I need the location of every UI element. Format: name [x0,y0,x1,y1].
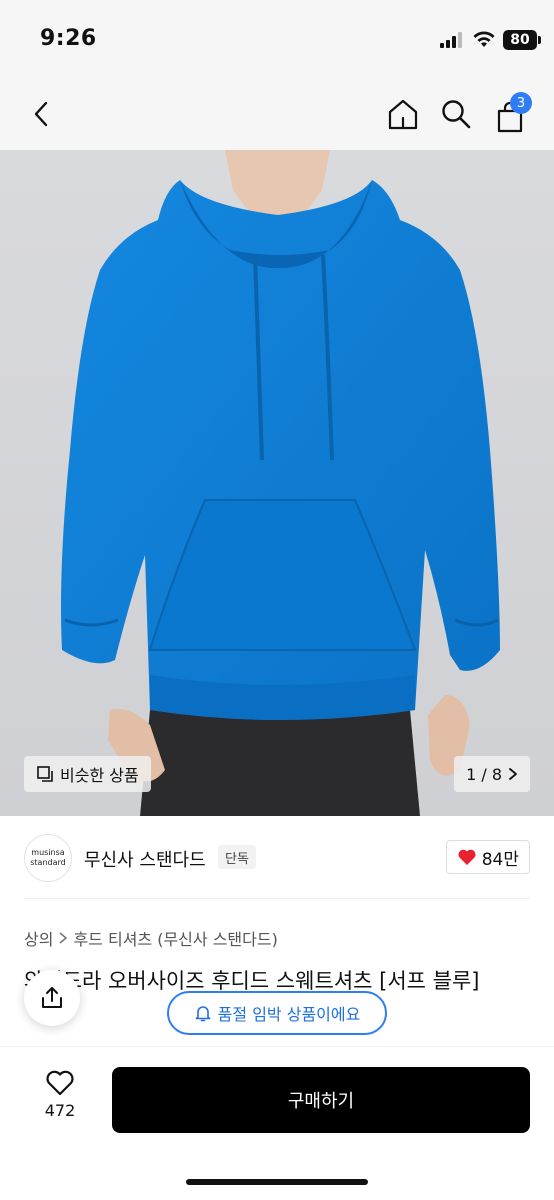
similar-icon [37,766,53,782]
status-bar: 9:26 80 [0,0,554,80]
product-image[interactable]: 비슷한 상품 1 / 8 [0,150,554,816]
back-icon [34,101,48,127]
soldout-notice-label: 품절 임박 상품이에요 [217,1005,361,1024]
share-icon [42,987,62,1008]
brand-like-button[interactable]: 84만 [445,840,530,874]
heart-filled-icon [458,849,476,865]
divider [24,898,530,899]
home-indicator [186,1179,368,1185]
bottom-action-bar: 472 구매하기 [0,1046,554,1200]
breadcrumb: 상의 후드 티셔츠 (무신사 스탠다드) [24,926,278,950]
wifi-icon [473,31,495,47]
image-page-counter[interactable]: 1 / 8 [454,756,530,792]
wishlist-button[interactable]: 472 [24,1069,96,1129]
breadcrumb-category[interactable]: 상의 [24,926,53,950]
product-photo [0,150,554,816]
search-icon [442,100,471,129]
share-button[interactable] [24,970,80,1026]
cart-button[interactable]: 3 [488,92,532,136]
back-button[interactable] [20,92,64,136]
signal-icon [440,32,464,48]
chevron-right-icon [509,768,517,780]
home-button[interactable] [381,92,425,136]
chevron-right-icon [59,932,68,944]
buy-button[interactable]: 구매하기 [112,1067,530,1133]
wishlist-count: 472 [44,1101,76,1120]
brand-logo-line1: musinsa [31,848,65,857]
brand-logo[interactable]: musinsa standard [24,834,72,882]
battery-indicator: 80 [503,30,541,50]
home-icon [388,99,418,130]
brand-logo-line2: standard [30,858,66,867]
soldout-notice[interactable]: 품절 임박 상품이에요 [167,991,387,1035]
exclusive-badge: 단독 [218,845,256,869]
search-button[interactable] [434,92,478,136]
nav-bar: 3 [0,80,554,150]
brand-name[interactable]: 무신사 스탠다드 [84,846,206,872]
status-time: 9:26 [40,26,97,51]
similar-products-button[interactable]: 비슷한 상품 [24,756,151,792]
similar-products-label: 비슷한 상품 [60,766,139,785]
brand-row: musinsa standard 무신사 스탠다드 단독 84만 [0,816,554,900]
breadcrumb-subcategory[interactable]: 후드 티셔츠 (무신사 스탠다드) [73,926,277,950]
brand-like-count: 84만 [481,849,519,870]
heart-outline-icon [46,1070,74,1096]
bell-icon [195,1006,210,1022]
page-counter-label: 1 / 8 [466,764,502,784]
cart-count-badge: 3 [510,92,532,114]
